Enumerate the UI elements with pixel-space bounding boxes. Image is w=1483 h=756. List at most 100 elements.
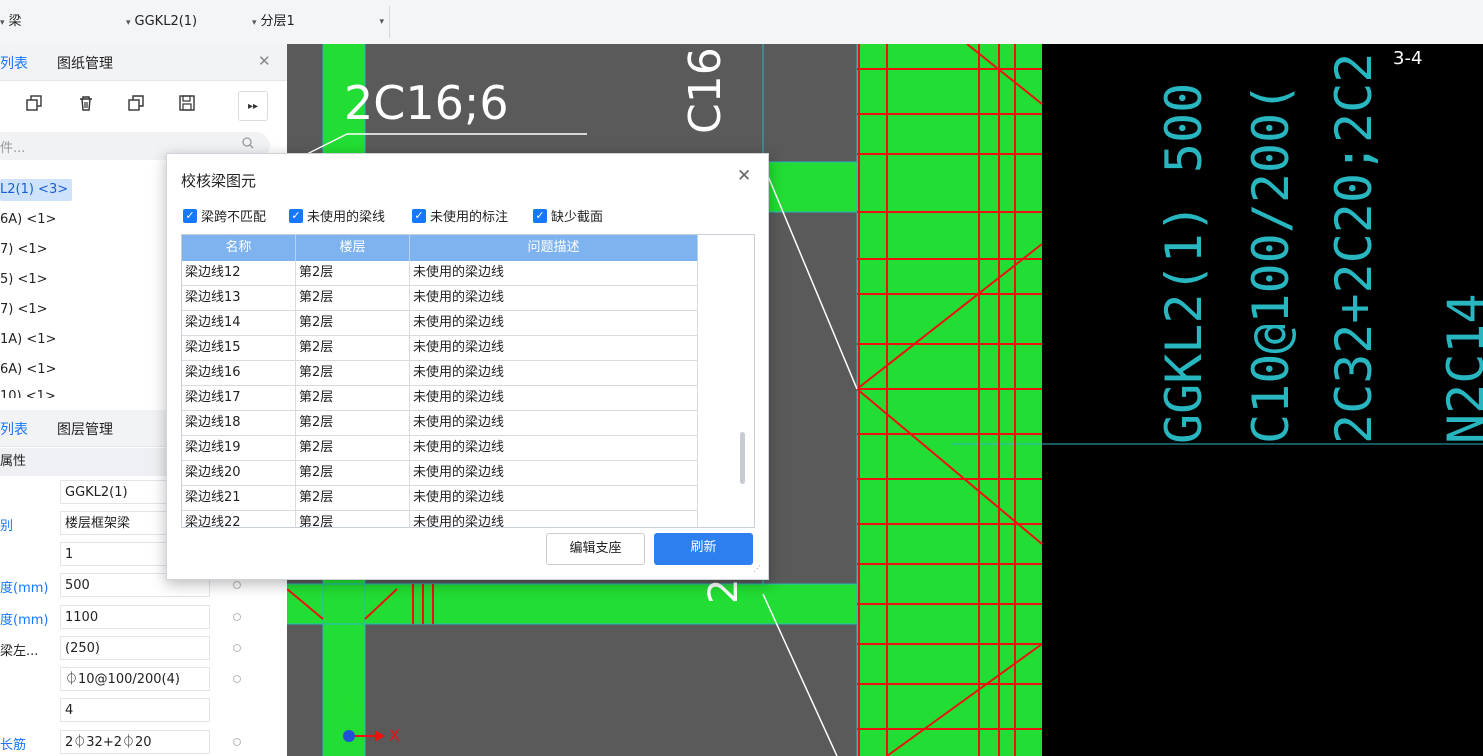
prop-value-stirrup[interactable]: ⏀10@100/200(4): [60, 667, 210, 691]
check-icon: ✓: [289, 208, 303, 223]
table-row[interactable]: 梁边线15 第2层 未使用的梁边线: [182, 336, 698, 361]
tab-property-list[interactable]: 列表: [0, 419, 28, 439]
column-header-description[interactable]: 问题描述: [410, 235, 698, 261]
chevron-down-icon: ▾: [379, 17, 384, 27]
checkbox-unused-annotation[interactable]: ✓ 未使用的标注: [412, 206, 508, 225]
tree-item[interactable]: 7) <1>: [0, 239, 48, 261]
cell-floor: 第2层: [296, 461, 410, 486]
new-icon[interactable]: [0, 90, 14, 116]
copy-icon[interactable]: [21, 90, 47, 116]
resize-grip-icon[interactable]: ⋰: [753, 564, 761, 573]
table-row[interactable]: 梁边线17 第2层 未使用的梁边线: [182, 386, 698, 411]
column-header-name[interactable]: 名称: [182, 235, 296, 261]
cell-description: 未使用的梁边线: [410, 411, 698, 436]
cell-floor: 第2层: [296, 361, 410, 386]
search-placeholder: 件...: [0, 141, 26, 156]
issue-table: 名称 楼层 问题描述 梁边线12 第2层 未使用的梁边线 梁边线13 第2层 未使用的梁边…: [181, 234, 755, 528]
tree-item[interactable]: 6A) <1>: [0, 359, 56, 381]
cad-label: 2C16;6: [344, 76, 509, 130]
lock-toggle[interactable]: [233, 675, 241, 683]
column-header-floor[interactable]: 楼层: [296, 235, 410, 261]
cell-description: 未使用的梁边线: [410, 286, 698, 311]
lock-toggle[interactable]: [233, 738, 241, 746]
cell-name: 梁边线21: [182, 486, 296, 511]
divider: [389, 6, 390, 38]
cell-description: 未使用的梁边线: [410, 336, 698, 361]
cell-name: 梁边线17: [182, 386, 296, 411]
cell-name: 梁边线18: [182, 411, 296, 436]
cell-description: 未使用的梁边线: [410, 311, 698, 336]
table-row[interactable]: 梁边线22 第2层 未使用的梁边线: [182, 511, 698, 527]
close-icon[interactable]: ✕: [258, 52, 271, 70]
element-name-select[interactable]: ▾ GGKL2(1): [126, 10, 246, 34]
prop-value-top-rebar[interactable]: 2⏀32+2⏀20: [60, 730, 210, 754]
prop-value-height[interactable]: 1100: [60, 605, 210, 629]
save-icon[interactable]: [174, 90, 200, 116]
lock-toggle[interactable]: [233, 581, 241, 589]
tree-item[interactable]: 7) <1>: [0, 299, 48, 321]
lock-toggle[interactable]: [233, 644, 241, 652]
more-icon[interactable]: ▸▸: [238, 91, 268, 121]
beam-stub: [763, 162, 863, 212]
table-row[interactable]: 梁边线13 第2层 未使用的梁边线: [182, 286, 698, 311]
layer-value: 分层1: [260, 14, 295, 29]
table-row[interactable]: 梁边线20 第2层 未使用的梁边线: [182, 461, 698, 486]
cell-name: 梁边线13: [182, 286, 296, 311]
cad-label-vertical: C16: [680, 47, 731, 134]
cell-floor: 第2层: [296, 286, 410, 311]
prop-label: 度(mm): [0, 581, 49, 596]
cell-description: 未使用的梁边线: [410, 361, 698, 386]
edit-support-button[interactable]: 编辑支座: [546, 533, 645, 565]
tree-item[interactable]: L2(1) <3>: [0, 179, 73, 201]
cell-floor: 第2层: [296, 336, 410, 361]
checkbox-label: 梁跨不匹配: [201, 210, 267, 225]
lock-toggle[interactable]: [233, 613, 241, 621]
checkbox-missing-section[interactable]: ✓ 缺少截面: [533, 206, 603, 225]
prop-label: 梁左...: [0, 644, 39, 659]
cad-beam-annotation: GGKL2(1) 500: [1155, 82, 1213, 444]
cell-description: 未使用的梁边线: [410, 511, 698, 527]
chevron-down-icon: ▾: [252, 18, 257, 28]
chevron-down-icon: ▾: [126, 18, 131, 28]
delete-icon[interactable]: [73, 90, 99, 116]
scrollbar-thumb[interactable]: [740, 432, 745, 484]
tree-item[interactable]: 6A) <1>: [0, 209, 56, 231]
tree-item[interactable]: 1A) <1>: [0, 329, 56, 351]
tab-drawing-management[interactable]: 图纸管理: [57, 53, 113, 73]
cell-description: 未使用的梁边线: [410, 436, 698, 461]
layer-select[interactable]: ▾ 分层1 ▾: [252, 10, 384, 34]
checkbox-unused-beam-line[interactable]: ✓ 未使用的梁线: [289, 206, 385, 225]
table-row[interactable]: 梁边线21 第2层 未使用的梁边线: [182, 486, 698, 511]
close-icon[interactable]: ✕: [737, 166, 751, 186]
x-axis-label: X: [389, 726, 400, 745]
table-row[interactable]: 梁边线16 第2层 未使用的梁边线: [182, 361, 698, 386]
cell-floor: 第2层: [296, 261, 410, 286]
cell-floor: 第2层: [296, 386, 410, 411]
dialog-title: 校核梁图元: [181, 172, 257, 190]
table-row[interactable]: 梁边线18 第2层 未使用的梁边线: [182, 411, 698, 436]
component-tabs: 列表 图纸管理 ✕: [0, 44, 287, 81]
checkbox-label: 缺少截面: [551, 210, 604, 225]
prop-value-legs[interactable]: 4: [60, 698, 210, 722]
element-type-select[interactable]: ▾ 梁: [0, 10, 130, 34]
tab-component-list[interactable]: 列表: [0, 53, 28, 73]
duplicate-icon[interactable]: [123, 90, 149, 116]
tree-item[interactable]: 10) <1>: [0, 386, 56, 398]
checkbox-span-mismatch[interactable]: ✓ 梁跨不匹配: [183, 206, 266, 225]
prop-value-offset[interactable]: (250): [60, 636, 210, 660]
check-icon: ✓: [412, 208, 426, 223]
tree-item[interactable]: 5) <1>: [0, 269, 48, 291]
table-row[interactable]: 梁边线12 第2层 未使用的梁边线: [182, 261, 698, 286]
check-icon: ✓: [183, 208, 197, 223]
cell-description: 未使用的梁边线: [410, 386, 698, 411]
origin-marker: [343, 730, 355, 742]
table-row[interactable]: 梁边线19 第2层 未使用的梁边线: [182, 436, 698, 461]
tab-layer-management[interactable]: 图层管理: [57, 419, 113, 439]
cell-name: 梁边线22: [182, 511, 296, 527]
refresh-button[interactable]: 刷新: [654, 533, 753, 565]
prop-label: 别: [0, 519, 14, 534]
table-row[interactable]: 梁边线14 第2层 未使用的梁边线: [182, 311, 698, 336]
prop-label: 长筋: [0, 738, 27, 753]
cell-description: 未使用的梁边线: [410, 261, 698, 286]
cell-floor: 第2层: [296, 311, 410, 336]
